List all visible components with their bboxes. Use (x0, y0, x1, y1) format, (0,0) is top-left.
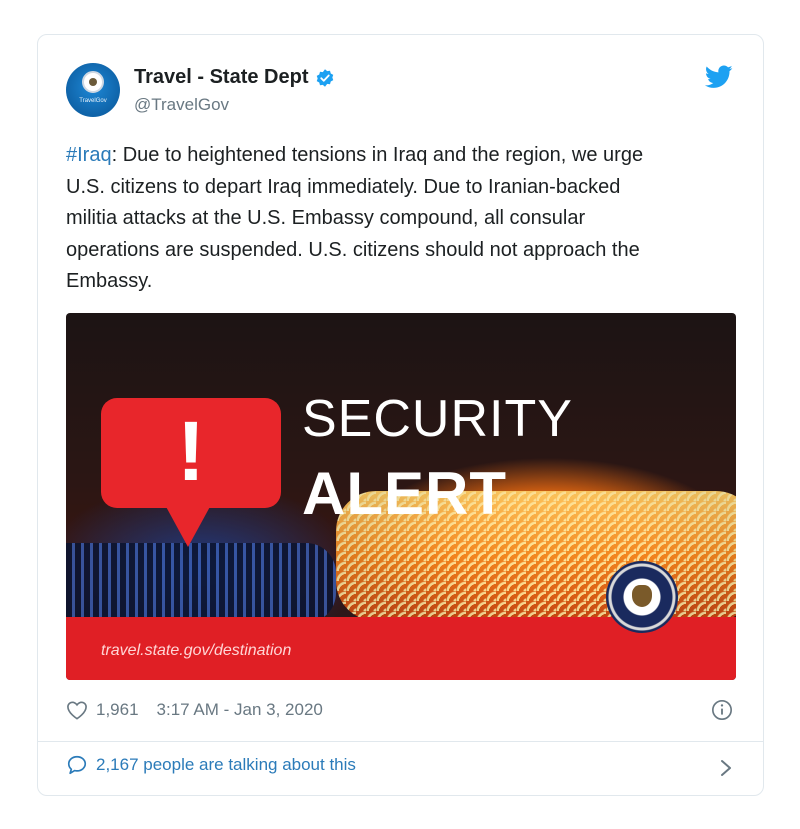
tweet-body: : Due to heightened tensions in Iraq and… (66, 144, 644, 292)
chevron-right-icon[interactable] (719, 759, 733, 777)
exclamation-icon: ! (177, 404, 205, 498)
state-dept-seal-icon (82, 71, 104, 93)
embedded-tweet-card[interactable]: TravelGov Travel - State Dept @TravelGov… (37, 34, 764, 796)
divider (38, 741, 763, 742)
media-url: travel.state.gov/destination (101, 642, 292, 659)
hashtag-link[interactable]: #Iraq (66, 144, 112, 166)
speech-bubble-icon (67, 755, 87, 775)
conversation-label[interactable]: 2,167 people are talking about this (96, 755, 356, 775)
tweet-timestamp[interactable]: 3:17 AM - Jan 3, 2020 (157, 700, 323, 720)
tweet-meta-row: 1,961 3:17 AM - Jan 3, 2020 (66, 697, 323, 723)
media-subtitle: ALERT (302, 460, 507, 527)
blue-siren-light (66, 543, 336, 623)
account-name[interactable]: Travel - State Dept (134, 66, 309, 89)
twitter-bird-icon[interactable] (705, 65, 733, 89)
account-name-row[interactable]: Travel - State Dept (134, 66, 335, 89)
avatar-label: TravelGov (79, 98, 107, 104)
media-title: SECURITY (302, 390, 573, 448)
account-handle[interactable]: @TravelGov (134, 95, 229, 115)
tweet-text: #Iraq: Due to heightened tensions in Ira… (66, 140, 746, 298)
account-avatar[interactable]: TravelGov (66, 63, 120, 117)
department-of-state-seal-icon (606, 561, 678, 633)
tweet-media-image[interactable]: ! SECURITY ALERT travel.state.gov/destin… (66, 313, 736, 680)
heart-icon[interactable] (66, 700, 88, 720)
verified-badge-icon (316, 68, 333, 87)
alert-bubble-tail (164, 503, 212, 547)
info-icon[interactable] (711, 699, 733, 721)
like-count[interactable]: 1,961 (96, 700, 139, 720)
conversation-link[interactable]: 2,167 people are talking about this (66, 754, 356, 776)
